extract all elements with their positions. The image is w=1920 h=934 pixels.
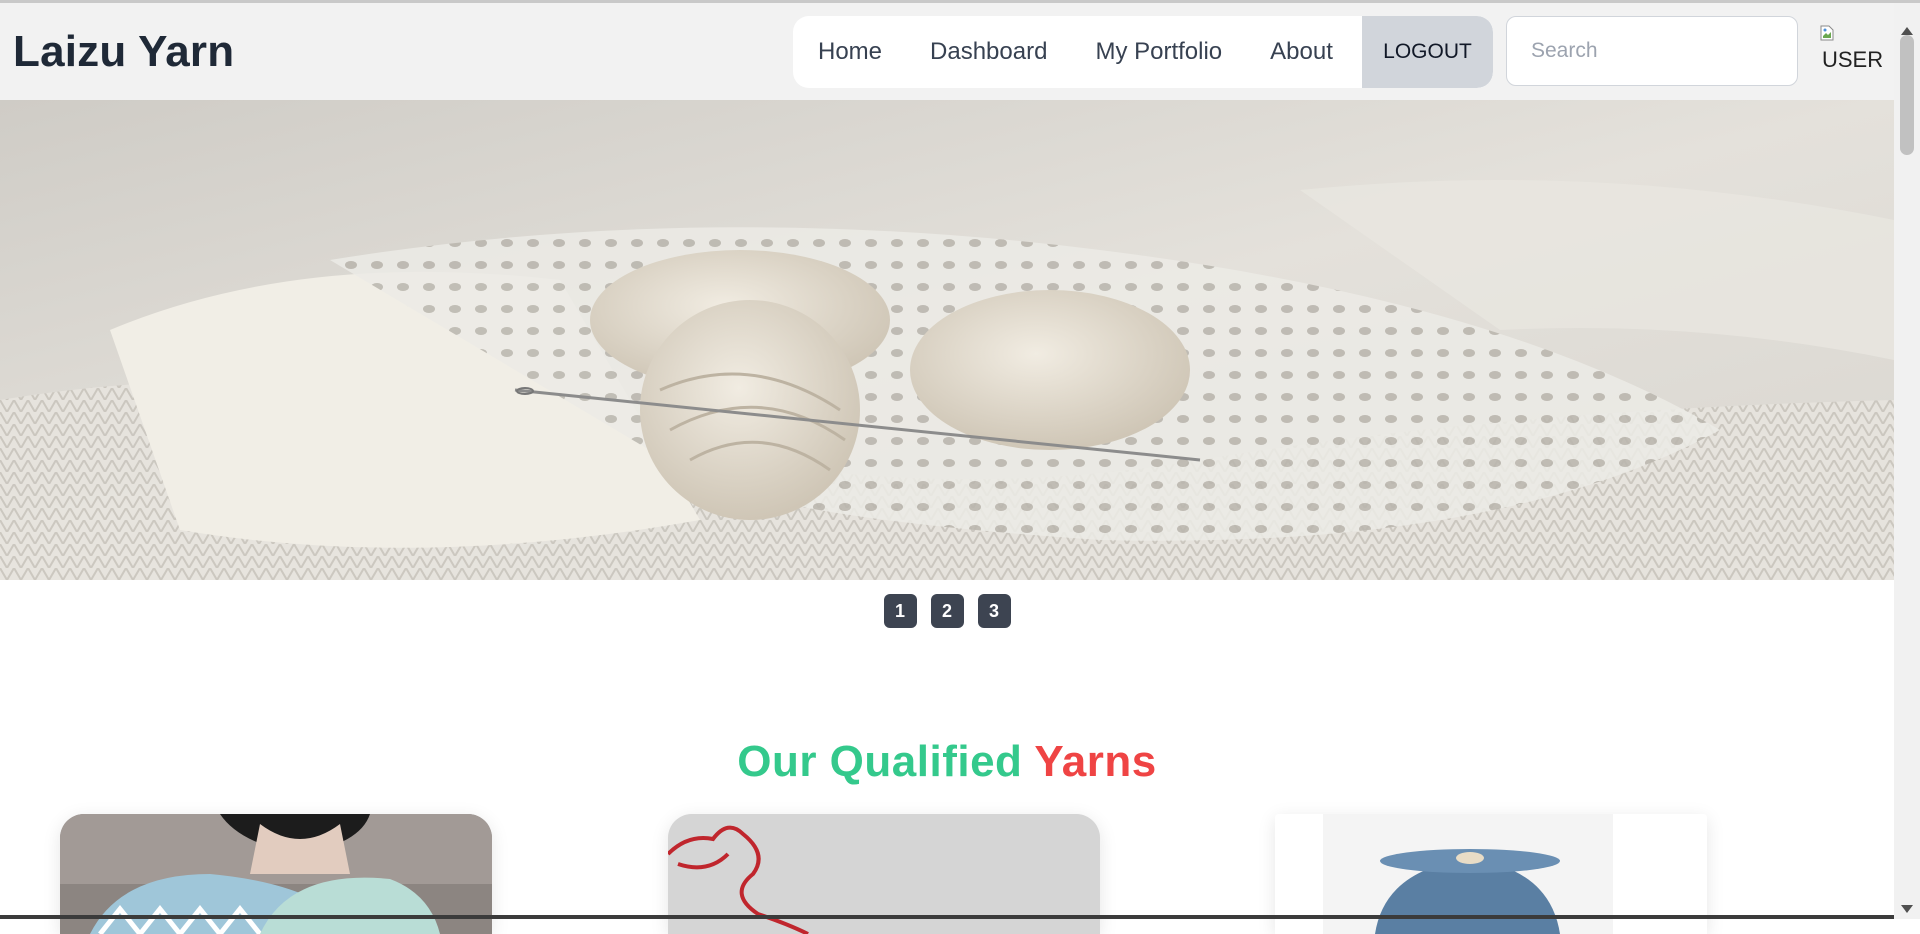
carousel-page-2[interactable]: 2 — [930, 594, 964, 628]
main-nav: Home Dashboard My Portfolio About LOGOUT — [793, 16, 1493, 88]
hero-yarn-image — [0, 100, 1894, 580]
page-scrollbar[interactable] — [1894, 3, 1920, 919]
logout-button[interactable]: LOGOUT — [1362, 16, 1493, 88]
scroll-down-arrow-icon[interactable] — [1901, 905, 1913, 913]
section-title-part2: Yarns — [1034, 736, 1157, 786]
nav-dashboard[interactable]: Dashboard — [906, 16, 1071, 88]
scroll-up-arrow-icon[interactable] — [1901, 27, 1913, 35]
carousel-page-3[interactable]: 3 — [977, 594, 1011, 628]
carousel-page-1[interactable]: 1 — [883, 594, 917, 628]
carousel-pagination: 1 2 3 — [0, 594, 1894, 628]
broken-image-icon — [1820, 25, 1834, 41]
nav-my-portfolio[interactable]: My Portfolio — [1071, 16, 1246, 88]
user-avatar-alt-text: USER — [1822, 47, 1884, 72]
search-input[interactable] — [1506, 16, 1798, 86]
scrollbar-thumb[interactable] — [1900, 35, 1914, 155]
section-title-part1: Our Qualified — [737, 736, 1023, 786]
brand-logo[interactable]: Laizu Yarn — [13, 27, 234, 77]
site-header: Laizu Yarn Home Dashboard My Portfolio A… — [0, 3, 1894, 101]
nav-home[interactable]: Home — [793, 16, 906, 88]
viewport-bottom-edge — [0, 915, 1894, 919]
section-title: Our Qualified Yarns — [0, 737, 1894, 787]
hero-carousel — [0, 100, 1894, 580]
nav-about[interactable]: About — [1246, 16, 1357, 88]
user-avatar[interactable]: USER — [1818, 25, 1883, 75]
